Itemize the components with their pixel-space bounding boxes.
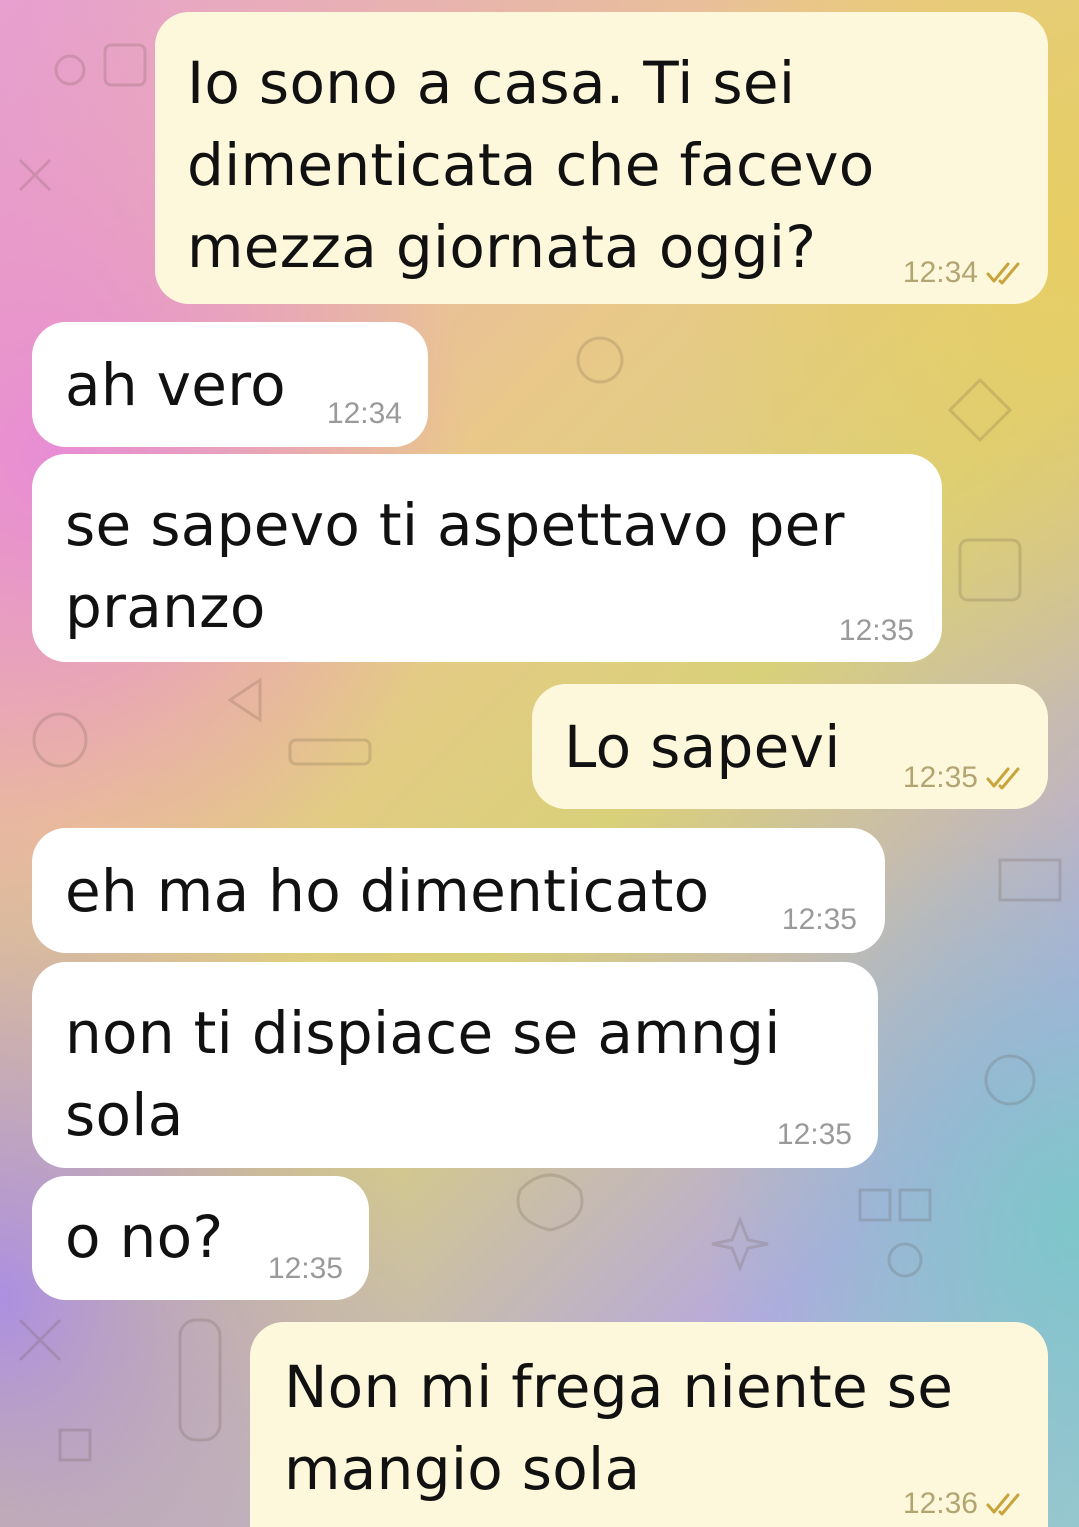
double-check-icon (986, 766, 1026, 790)
message-text: o no? (65, 1203, 224, 1271)
message-timestamp: 12:35 (776, 1118, 852, 1151)
message-timestamp: 12:35 (902, 761, 978, 794)
message-meta: 12:34 (327, 397, 402, 431)
message-bubble-outgoing[interactable]: Lo sapevi 12:35 (532, 684, 1048, 809)
message-bubble-incoming[interactable]: se sapevo ti aspettavo per pranzo 12:35 (32, 454, 942, 662)
double-check-icon (986, 261, 1026, 285)
message-text: Io sono a casa. Ti sei dimenticata che f… (187, 49, 875, 281)
message-timestamp: 12:35 (781, 903, 857, 936)
message-bubble-incoming[interactable]: non ti dispiace se amngi sola 12:35 (32, 962, 878, 1168)
message-meta: 12:35 (268, 1252, 343, 1286)
message-meta: 12:35 (777, 1118, 852, 1152)
message-timestamp: 12:35 (267, 1252, 343, 1285)
message-timestamp: 12:34 (326, 397, 402, 430)
message-bubble-incoming[interactable]: o no? 12:35 (32, 1176, 369, 1300)
double-check-icon (986, 1492, 1026, 1516)
message-bubble-incoming[interactable]: eh ma ho dimenticato 12:35 (32, 828, 885, 953)
message-bubble-outgoing[interactable]: Non mi frega niente se mangio sola 12:36 (250, 1322, 1048, 1527)
message-meta: 12:35 (839, 614, 914, 648)
message-text: Non mi frega niente se mangio sola (284, 1353, 954, 1503)
message-text: non ti dispiace se amngi sola (65, 999, 781, 1149)
message-bubble-incoming[interactable]: ah vero 12:34 (32, 322, 428, 447)
message-meta: 12:35 (782, 903, 857, 937)
message-timestamp: 12:36 (902, 1487, 978, 1520)
message-text: ah vero (65, 351, 286, 419)
message-text: se sapevo ti aspettavo per pranzo (65, 491, 845, 641)
message-meta: 12:34 (903, 256, 1026, 290)
message-meta: 12:35 (903, 761, 1026, 795)
message-text: eh ma ho dimenticato (65, 857, 710, 925)
message-timestamp: 12:35 (838, 614, 914, 647)
message-bubble-outgoing[interactable]: Io sono a casa. Ti sei dimenticata che f… (155, 12, 1048, 304)
message-timestamp: 12:34 (902, 256, 978, 289)
message-text: Lo sapevi (564, 713, 841, 781)
chat-area[interactable]: Io sono a casa. Ti sei dimenticata che f… (0, 0, 1079, 1527)
message-meta: 12:36 (903, 1487, 1026, 1521)
